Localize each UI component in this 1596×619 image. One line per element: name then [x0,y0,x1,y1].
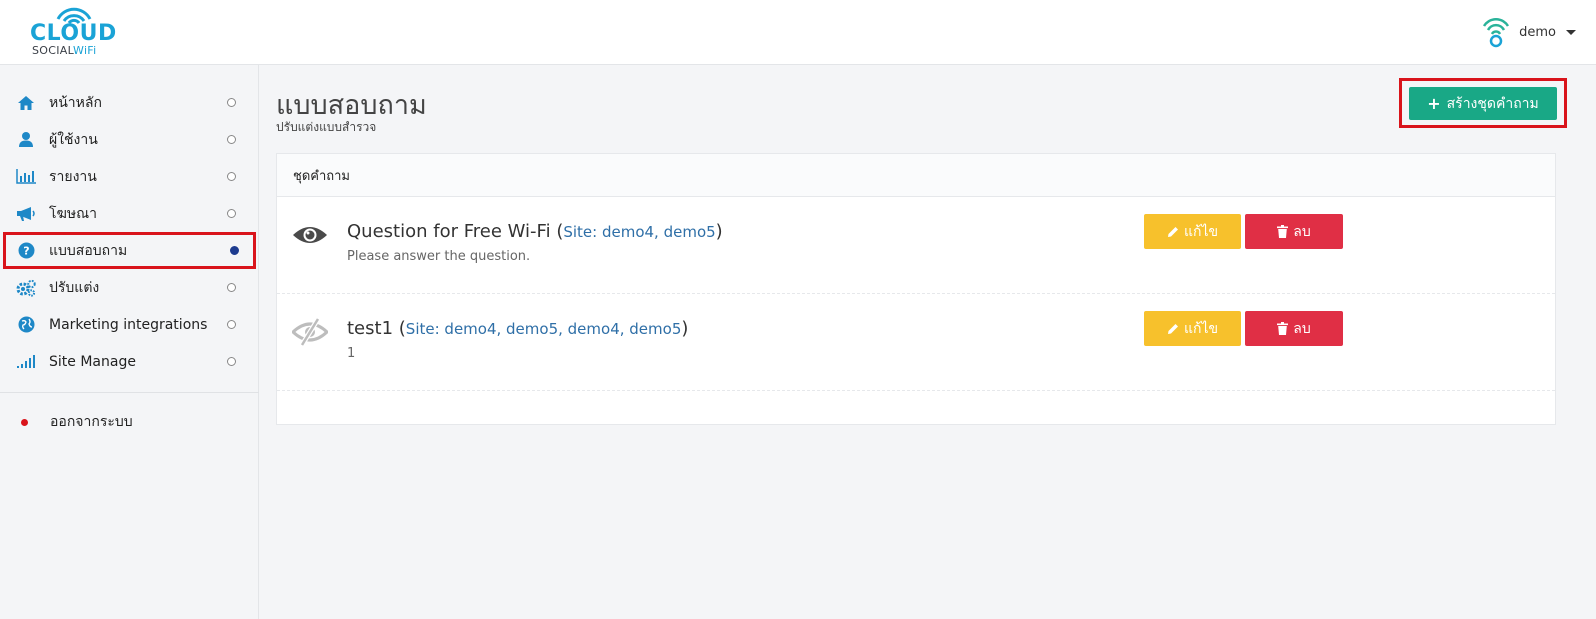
signal-icon [16,353,36,371]
question-row: Question for Free Wi-Fi (Site: demo4, de… [277,197,1555,294]
question-description: Please answer the question. [347,249,531,264]
create-button-highlight: + สร้างชุดคำถาม [1399,78,1567,128]
sidebar-item-users[interactable]: ผู้ใช้งาน [0,121,259,158]
eye-slash-icon[interactable] [292,318,328,346]
delete-button[interactable]: ลบ [1245,311,1343,346]
sidebar-item-label: หน้าหลัก [49,94,102,111]
edit-label: แก้ไข [1183,320,1219,337]
megaphone-icon [16,205,36,223]
delete-label: ลบ [1293,320,1311,337]
sidebar-item-settings[interactable]: ปรับแต่ง [0,269,259,306]
logout-label: ออกจากระบบ [50,414,133,430]
sidebar-item-label: Site Manage [49,353,136,370]
trash-icon [1277,322,1289,335]
sidebar-item-site-manage[interactable]: Site Manage [0,343,259,380]
question-sites: Site: demo4, demo5 [563,223,716,241]
globe-icon [16,316,36,334]
panel-title: ชุดคำถาม [277,154,1555,197]
status-dot [227,209,236,218]
question-row: test1 (Site: demo4, demo5, demo4, demo5)… [277,294,1555,391]
top-bar: CLOUD SOCIALWiFi demo [0,0,1596,65]
cloud-socialwifi-logo[interactable]: CLOUD SOCIALWiFi [28,5,128,61]
user-name: demo [1519,24,1556,40]
logo-sub-b: WiFi [73,44,97,57]
main-content: แบบสอบถาม ปรับแต่งแบบสำรวจ + สร้างชุดคำถ… [259,65,1596,619]
sidebar-item-survey[interactable]: ? แบบสอบถาม [3,232,256,269]
logout-link[interactable]: ออกจากระบบ [0,405,259,439]
pencil-icon [1167,323,1178,334]
edit-label: แก้ไข [1183,223,1219,240]
status-dot [227,135,236,144]
question-description: 1 [347,346,356,361]
sidebar-item-label: รายงาน [49,168,97,185]
eye-icon[interactable] [292,221,328,249]
sidebar-item-ads[interactable]: โฆษณา [0,195,259,232]
home-icon [16,94,36,112]
sidebar-item-home[interactable]: หน้าหลัก [0,84,259,121]
sidebar-nav: หน้าหลัก ผู้ใช้งาน รายงาน โฆษณา ? แบบสอบ… [0,84,259,380]
page-subtitle: ปรับแต่งแบบสำรวจ [276,120,377,134]
question-set-panel: ชุดคำถาม Question for Free Wi-Fi (Site: … [276,153,1556,425]
status-dot [227,320,236,329]
svg-text:?: ? [23,245,29,258]
status-dot-active [230,246,239,255]
pencil-icon [1167,226,1178,237]
create-question-set-button[interactable]: + สร้างชุดคำถาม [1409,87,1557,120]
question-sites: Site: demo4, demo5, demo4, demo5 [405,320,682,338]
gears-icon [16,279,36,297]
user-icon [16,131,36,149]
sidebar-item-label: ผู้ใช้งาน [49,131,98,148]
create-button-label: สร้างชุดคำถาม [1446,95,1539,112]
logout-dot-icon [21,418,28,426]
user-menu[interactable]: demo [1481,14,1576,50]
question-circle-icon: ? [16,242,36,260]
question-title: Question for Free Wi-Fi (Site: demo4, de… [347,221,723,242]
edit-button[interactable]: แก้ไข [1144,214,1241,249]
bar-chart-icon [16,168,36,186]
sidebar-item-label: แบบสอบถาม [49,242,128,259]
logo-text: CLOUD [30,21,117,46]
question-title: test1 (Site: demo4, demo5, demo4, demo5) [347,318,688,339]
edit-button[interactable]: แก้ไข [1144,311,1241,346]
question-name: Question for Free Wi-Fi [347,221,551,242]
sidebar-item-label: ปรับแต่ง [49,279,100,296]
sidebar-item-reports[interactable]: รายงาน [0,158,259,195]
delete-button[interactable]: ลบ [1245,214,1343,249]
status-dot [227,172,236,181]
sidebar: หน้าหลัก ผู้ใช้งาน รายงาน โฆษณา ? แบบสอบ… [0,65,259,619]
status-dot [227,283,236,292]
question-site-close: ) [715,221,723,242]
question-site-close: ) [681,318,689,339]
delete-label: ลบ [1293,223,1311,240]
status-dot [227,98,236,107]
chevron-down-icon [1566,29,1576,35]
logo-subtext: SOCIALWiFi [32,44,97,57]
sidebar-item-label: โฆษณา [49,205,97,222]
wifi-avatar-icon [1483,17,1510,48]
plus-icon: + [1427,93,1441,113]
trash-icon [1277,225,1289,238]
sidebar-divider [0,392,259,393]
question-site-open: ( [398,318,406,339]
status-dot [227,357,236,366]
question-name: test1 [347,318,394,339]
sidebar-item-label: Marketing integrations [49,316,208,333]
logo-sub-a: SOCIAL [32,44,74,57]
sidebar-item-marketing-integrations[interactable]: Marketing integrations [0,306,259,343]
